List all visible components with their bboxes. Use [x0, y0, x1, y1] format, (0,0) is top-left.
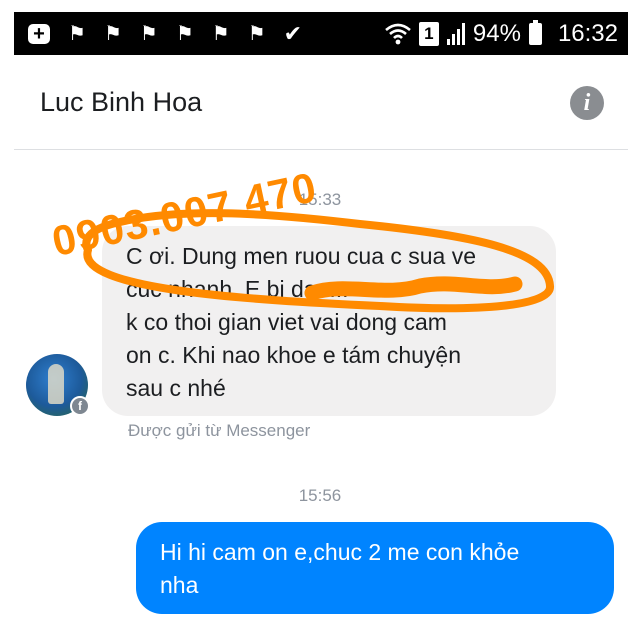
- conversation-header: Luc Binh Hoa i: [14, 56, 628, 150]
- check-icon: ✔: [283, 20, 303, 46]
- signal-icon: [446, 22, 465, 45]
- facebook-badge-icon: f: [70, 396, 90, 416]
- clock: 16:32: [557, 19, 618, 47]
- contact-name[interactable]: Luc Binh Hoa: [40, 87, 202, 118]
- message-text: C ơi. Dung men ruou cua c sua ve cuc nha…: [126, 243, 477, 401]
- flag-icon: ⚑: [139, 23, 158, 45]
- outgoing-message-bubble[interactable]: Hi hi cam on e,chuc 2 me con khỏe nha: [136, 522, 614, 614]
- flag-icon: ⚑: [68, 23, 86, 45]
- sim-icon: 1: [418, 21, 439, 46]
- flag-icon: ⚑: [175, 23, 194, 45]
- system-icons: 1 94% 16:32: [385, 19, 618, 48]
- avatar-photo: [48, 364, 64, 404]
- avatar[interactable]: f: [26, 354, 90, 416]
- flag-icon: ⚑: [211, 23, 230, 45]
- notification-icons: + ⚑ ⚑ ⚑ ⚑ ⚑ ⚑ ✔: [28, 21, 302, 47]
- incoming-message-bubble[interactable]: C ơi. Dung men ruou cua c sua ve cuc nha…: [102, 226, 556, 416]
- wifi-icon: [385, 23, 411, 44]
- flag-icon: ⚑: [247, 23, 266, 45]
- battery-percent: 94%: [472, 19, 521, 47]
- message-timestamp: 15:56: [298, 486, 342, 505]
- status-bar: + ⚑ ⚑ ⚑ ⚑ ⚑ ⚑ ✔ 1 94% 16:32: [14, 12, 628, 55]
- sent-via-label: Được gửi từ Messenger: [128, 421, 311, 440]
- battery-icon: [528, 19, 542, 45]
- info-icon[interactable]: i: [570, 86, 604, 120]
- flag-icon: ⚑: [103, 23, 122, 45]
- plus-notification-icon: +: [28, 23, 50, 44]
